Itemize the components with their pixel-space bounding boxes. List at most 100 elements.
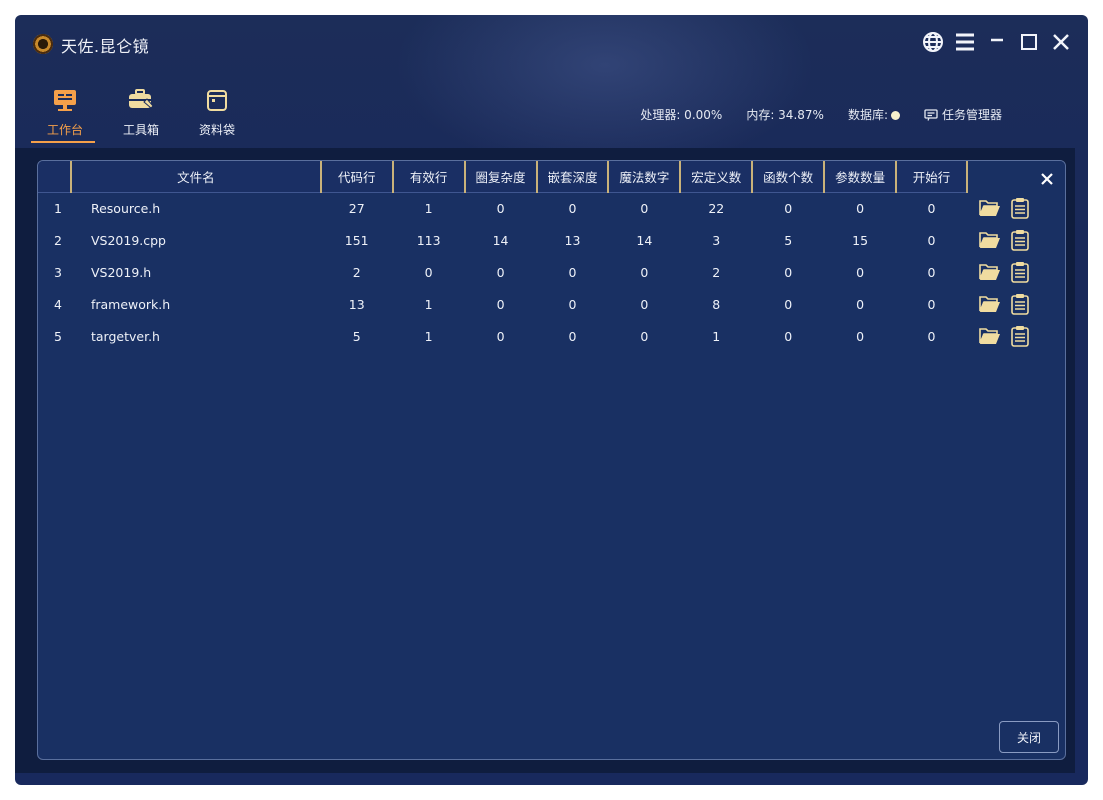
window-controls xyxy=(922,31,1072,53)
parameter-count: 15 xyxy=(852,232,869,248)
file-name: framework.h xyxy=(90,296,171,312)
cyclomatic-complexity: 0 xyxy=(496,328,505,344)
cyclomatic-complexity: 0 xyxy=(496,264,505,280)
row-index: 2 xyxy=(54,232,62,248)
open-folder-icon[interactable] xyxy=(979,262,1001,282)
column-header[interactable]: 嵌套深度 xyxy=(536,161,610,193)
document-bag-icon xyxy=(204,87,230,113)
title-bar: 天佐.昆仑镜 xyxy=(15,15,1088,75)
code-lines: 2 xyxy=(352,264,361,280)
parameter-count: 0 xyxy=(856,200,865,216)
cyclomatic-complexity: 0 xyxy=(496,200,505,216)
magic-numbers: 14 xyxy=(636,232,653,248)
table-row[interactable]: 3 VS2019.h 2 0 0 0 0 2 0 0 0 xyxy=(38,256,1065,288)
effective-lines: 1 xyxy=(424,296,433,312)
column-header xyxy=(38,161,72,193)
macro-count: 2 xyxy=(712,264,721,280)
minimize-icon[interactable] xyxy=(986,31,1008,53)
open-folder-icon[interactable] xyxy=(979,326,1001,346)
clipboard-icon[interactable] xyxy=(1009,326,1031,347)
code-lines: 27 xyxy=(348,200,365,216)
close-icon[interactable] xyxy=(1050,31,1072,53)
start-line: 0 xyxy=(927,232,936,248)
macro-count: 1 xyxy=(712,328,721,344)
column-header[interactable]: 文件名 xyxy=(70,161,322,193)
file-name: VS2019.cpp xyxy=(90,232,166,248)
file-stats-table: 文件名 代码行 有效行 圈复杂度 嵌套深度 魔法数字 宏定义数 函数个数 参数数… xyxy=(38,161,1065,352)
clipboard-icon[interactable] xyxy=(1009,262,1031,283)
clipboard-icon[interactable] xyxy=(1009,294,1031,315)
parameter-count: 0 xyxy=(856,296,865,312)
macro-count: 22 xyxy=(708,200,725,216)
nav-item-toolbox[interactable]: 工具箱 xyxy=(103,87,179,143)
row-actions xyxy=(967,288,1065,320)
clipboard-icon[interactable] xyxy=(1009,198,1031,219)
cpu-usage: 处理器: 0.00% xyxy=(640,108,723,122)
nav-label: 工作台 xyxy=(46,123,83,137)
magic-numbers: 0 xyxy=(640,296,649,312)
open-folder-icon[interactable] xyxy=(979,198,1001,218)
table-row[interactable]: 5 targetver.h 5 1 0 0 0 1 0 0 0 xyxy=(38,320,1065,352)
table-row[interactable]: 4 framework.h 13 1 0 0 0 8 0 0 0 xyxy=(38,288,1065,320)
nav-item-workbench[interactable]: 工作台 xyxy=(27,87,103,143)
maximize-icon[interactable] xyxy=(1018,31,1040,53)
table-row[interactable]: 2 VS2019.cpp 151 113 14 13 14 3 5 15 0 xyxy=(38,224,1065,256)
task-manager-link[interactable]: 任务管理器 xyxy=(924,106,1002,123)
table-header-row: 文件名 代码行 有效行 圈复杂度 嵌套深度 魔法数字 宏定义数 函数个数 参数数… xyxy=(38,161,1065,193)
parameter-count: 0 xyxy=(856,264,865,280)
close-button[interactable]: 关闭 xyxy=(999,721,1059,753)
nav-label: 资料袋 xyxy=(198,123,235,137)
row-actions xyxy=(967,256,1065,288)
task-manager-icon xyxy=(924,108,938,121)
function-count: 0 xyxy=(784,200,793,216)
row-index: 4 xyxy=(54,296,62,312)
nesting-depth: 0 xyxy=(568,200,577,216)
function-count: 0 xyxy=(784,328,793,344)
main-nav: 工作台 工具箱 资料袋 xyxy=(27,87,255,143)
open-folder-icon[interactable] xyxy=(979,294,1001,314)
status-bar: 处理器: 0.00% 内存: 34.87% 数据库: 任务管理器 xyxy=(640,106,1002,123)
magic-numbers: 0 xyxy=(640,264,649,280)
code-lines: 151 xyxy=(344,232,369,248)
nesting-depth: 13 xyxy=(564,232,581,248)
macro-count: 3 xyxy=(712,232,721,248)
menu-icon[interactable] xyxy=(954,31,976,53)
code-lines: 13 xyxy=(348,296,365,312)
column-header[interactable]: 开始行 xyxy=(896,161,968,193)
row-index: 1 xyxy=(54,200,62,216)
file-name: VS2019.h xyxy=(90,264,152,280)
nesting-depth: 0 xyxy=(568,296,577,312)
column-header[interactable]: 宏定义数 xyxy=(680,161,754,193)
nesting-depth: 0 xyxy=(568,264,577,280)
app-title: 天佐.昆仑镜 xyxy=(61,37,150,56)
table-row[interactable]: 1 Resource.h 27 1 0 0 0 22 0 0 0 xyxy=(38,192,1065,224)
globe-icon[interactable] xyxy=(922,31,944,53)
open-folder-icon[interactable] xyxy=(979,230,1001,250)
app-window: 天佐.昆仑镜 工作台 工具箱 资料袋 处理器: 0.00% 内存: 34.87%… xyxy=(15,15,1088,785)
magic-numbers: 0 xyxy=(640,328,649,344)
column-header[interactable]: 参数数量 xyxy=(824,161,898,193)
row-actions xyxy=(967,320,1065,352)
memory-usage: 内存: 34.87% xyxy=(746,108,824,122)
dialog-close-icon[interactable] xyxy=(1039,171,1055,187)
column-header[interactable]: 圈复杂度 xyxy=(464,161,538,193)
start-line: 0 xyxy=(927,328,936,344)
code-lines: 5 xyxy=(352,328,361,344)
row-actions xyxy=(967,192,1065,224)
column-header[interactable]: 代码行 xyxy=(320,161,394,193)
column-header[interactable]: 魔法数字 xyxy=(608,161,682,193)
parameter-count: 0 xyxy=(856,328,865,344)
app-logo-icon xyxy=(33,34,53,54)
function-count: 0 xyxy=(784,264,793,280)
clipboard-icon[interactable] xyxy=(1009,230,1031,251)
cyclomatic-complexity: 14 xyxy=(492,232,509,248)
effective-lines: 113 xyxy=(416,232,441,248)
nesting-depth: 0 xyxy=(568,328,577,344)
start-line: 0 xyxy=(927,200,936,216)
nav-item-document-bag[interactable]: 资料袋 xyxy=(179,87,255,143)
function-count: 5 xyxy=(784,232,793,248)
column-header[interactable]: 函数个数 xyxy=(752,161,826,193)
file-stats-dialog: 文件名 代码行 有效行 圈复杂度 嵌套深度 魔法数字 宏定义数 函数个数 参数数… xyxy=(37,160,1066,760)
column-header[interactable]: 有效行 xyxy=(392,161,466,193)
effective-lines: 1 xyxy=(424,200,433,216)
